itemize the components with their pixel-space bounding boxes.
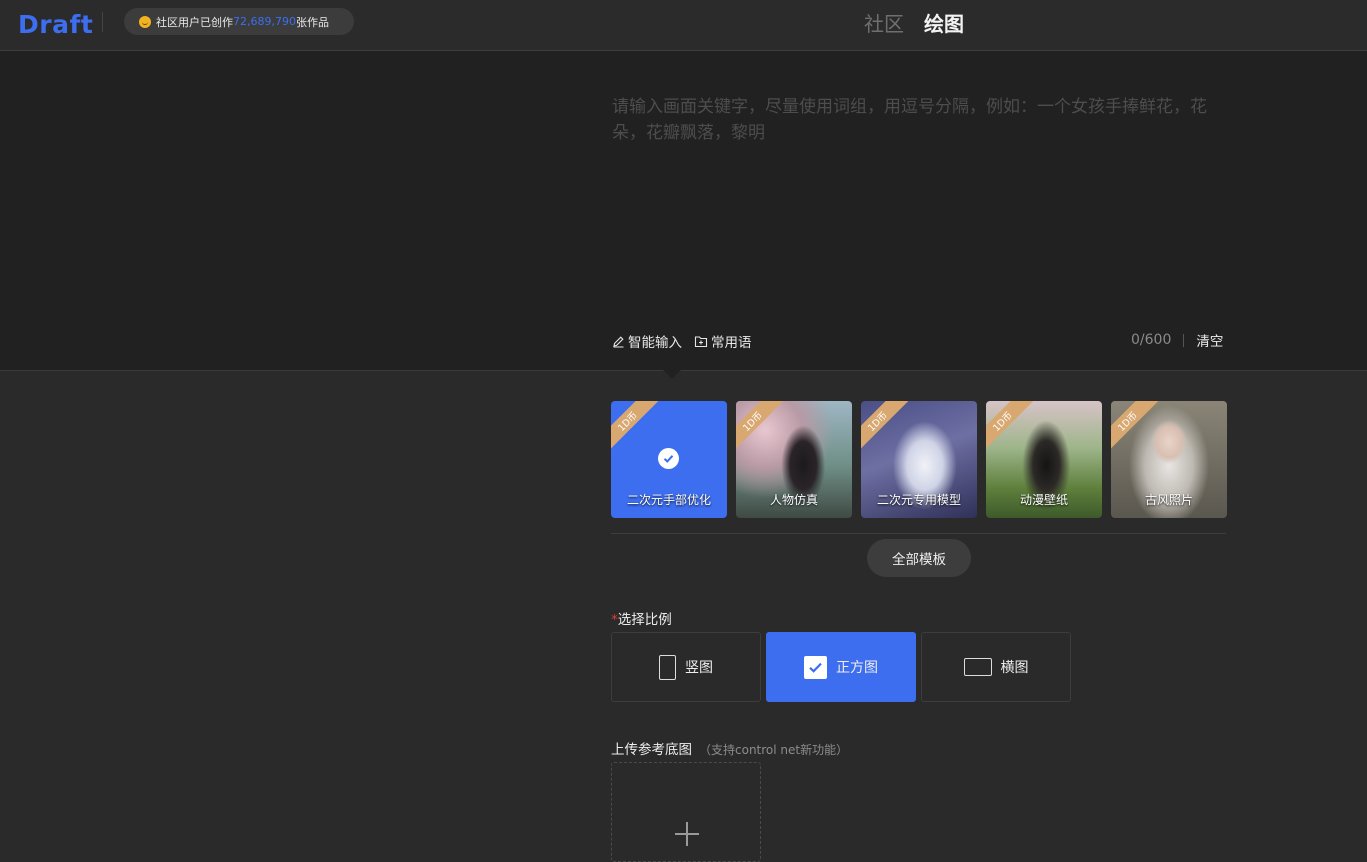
folder-plus-icon <box>694 335 708 348</box>
template-card[interactable]: 1D币 二次元专用模型 <box>861 401 977 518</box>
template-card[interactable]: 1D币 古风照片 <box>1111 401 1227 518</box>
header-divider <box>102 12 103 32</box>
upload-section-label: 上传参考底图 （支持control net新功能） <box>611 738 848 758</box>
main-nav: 社区 绘图 <box>864 8 964 37</box>
upload-reference-image[interactable] <box>611 762 761 862</box>
template-label: 动漫壁纸 <box>1019 493 1068 507</box>
ratio-option-label: 竖图 <box>685 660 713 676</box>
upload-label-text: 上传参考底图 <box>611 742 692 758</box>
template-label: 古风照片 <box>1144 493 1193 507</box>
prompt-area: 请输入画面关键字，尽量使用词组，用逗号分隔，例如：一个女孩手捧鲜花，花朵，花瓣飘… <box>0 51 1367 371</box>
prompt-input[interactable]: 请输入画面关键字，尽量使用词组，用逗号分隔，例如：一个女孩手捧鲜花，花朵，花瓣飘… <box>612 94 1232 146</box>
ratio-portrait-button[interactable]: 竖图 <box>611 632 761 702</box>
all-templates-button[interactable]: 全部模板 <box>867 539 971 577</box>
template-label: 二次元专用模型 <box>876 493 961 507</box>
common-phrases-button[interactable]: 常用语 <box>694 331 752 351</box>
stat-prefix: 社区用户已创作 <box>156 15 233 29</box>
template-label: 人物仿真 <box>769 493 818 507</box>
template-divider <box>611 533 1226 534</box>
smart-input-label: 智能输入 <box>628 335 682 351</box>
ratio-landscape-button[interactable]: 横图 <box>921 632 1071 702</box>
tab-community[interactable]: 社区 <box>864 8 904 37</box>
landscape-icon <box>963 658 992 676</box>
clear-button[interactable]: 清空 <box>1196 330 1223 350</box>
smart-input-button[interactable]: 智能输入 <box>612 331 682 351</box>
ratio-section-label: *选择比例 <box>611 608 672 628</box>
char-counter: 0/600 <box>1131 332 1172 348</box>
prompt-tools: 智能输入 常用语 <box>612 331 752 351</box>
ratio-option-label: 正方图 <box>836 660 878 676</box>
char-counter-row: 0/600 清空 <box>1131 330 1223 350</box>
prompt-pointer <box>663 370 681 379</box>
square-check-icon <box>804 655 827 679</box>
ratio-square-button[interactable]: 正方图 <box>766 632 916 702</box>
counter-divider <box>1183 333 1185 347</box>
stat-suffix: 张作品 <box>295 15 329 29</box>
template-card[interactable]: 1D币 动漫壁纸 <box>986 401 1102 518</box>
upload-hint: （支持control net新功能） <box>699 743 849 757</box>
ratio-options: 竖图 正方图 横图 <box>611 632 1071 702</box>
community-stat-badge: 社区用户已创作 72,689,790 张作品 <box>124 8 354 35</box>
check-circle-icon <box>658 448 679 469</box>
top-header: Draft 社区用户已创作 72,689,790 张作品 社区 绘图 <box>0 0 1367 51</box>
stat-count: 72,689,790 <box>233 15 296 28</box>
template-card[interactable]: 1D币 人物仿真 <box>736 401 852 518</box>
required-mark: * <box>611 612 618 628</box>
common-phrases-label: 常用语 <box>711 335 752 351</box>
template-list: 1D币 二次元手部优化 1D币 人物仿真 1D币 二次元专用模型 1D币 动漫壁… <box>611 401 1227 518</box>
template-card[interactable]: 1D币 二次元手部优化 <box>611 401 727 518</box>
portrait-icon <box>659 654 676 680</box>
tab-draw[interactable]: 绘图 <box>924 8 964 37</box>
ratio-option-label: 横图 <box>1000 660 1029 676</box>
pencil-icon <box>612 335 625 348</box>
template-label: 二次元手部优化 <box>626 493 711 507</box>
ratio-label-text: 选择比例 <box>617 612 672 628</box>
smile-face-icon <box>139 15 151 28</box>
logo[interactable]: Draft <box>18 6 93 42</box>
